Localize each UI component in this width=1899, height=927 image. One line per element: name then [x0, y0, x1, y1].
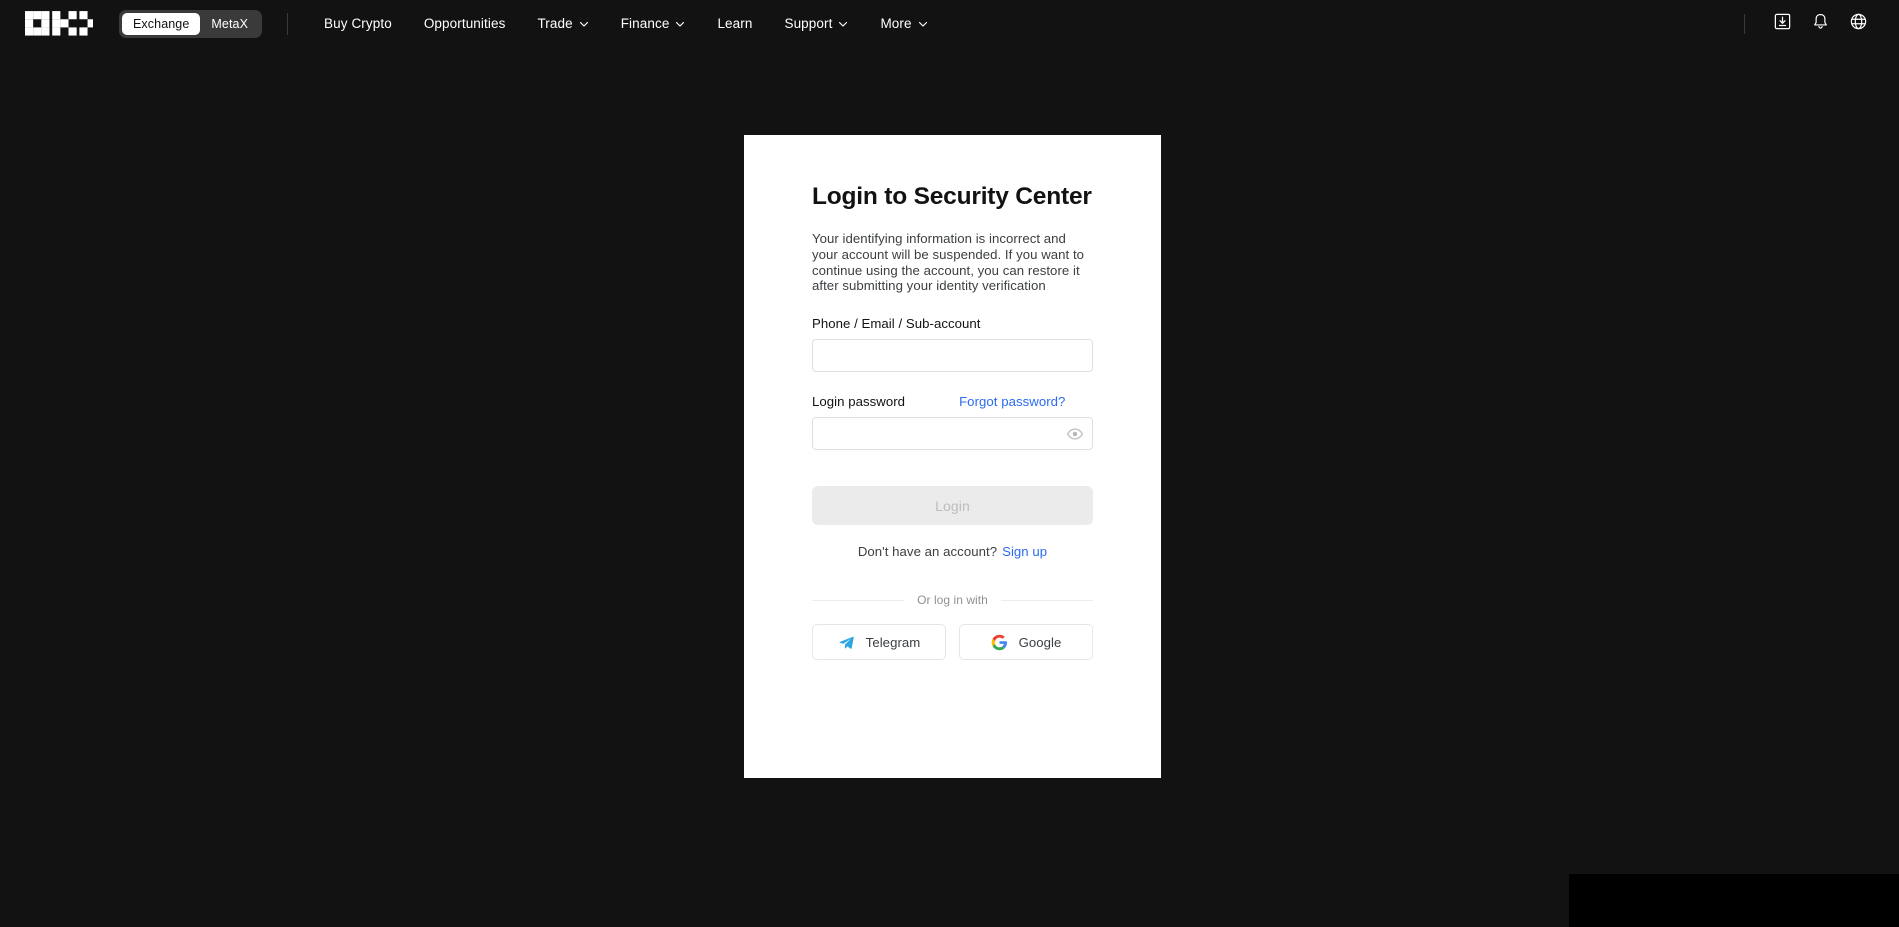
bell-icon	[1811, 12, 1830, 36]
social-divider-label: Or log in with	[917, 593, 988, 608]
nav-label: Finance	[620, 16, 670, 31]
nav-label: Buy Crypto	[324, 16, 392, 31]
segment-metax[interactable]: MetaX	[200, 13, 259, 35]
social-login-row: Telegram Google	[812, 624, 1093, 661]
telegram-login-button[interactable]: Telegram	[812, 624, 946, 661]
chevron-down-icon	[579, 19, 589, 29]
nav-item-buy-crypto[interactable]: Buy Crypto	[308, 0, 408, 47]
account-field-group: Phone / Email / Sub-account	[812, 316, 1093, 373]
page-title: Login to Security Center	[812, 183, 1092, 210]
nav-label: Support	[784, 16, 833, 31]
account-input[interactable]	[812, 339, 1093, 373]
segment-exchange[interactable]: Exchange	[122, 12, 201, 35]
header-actions-divider	[1744, 13, 1745, 34]
account-field-label: Phone / Email / Sub-account	[812, 316, 981, 332]
login-card: Login to Security Center Your identifyin…	[744, 135, 1161, 778]
nav-item-trade[interactable]: Trade	[521, 0, 604, 47]
password-label-row: Login password Forgot password?	[812, 394, 1093, 409]
social-divider: Or log in with	[812, 593, 1094, 608]
download-app-button[interactable]	[1763, 5, 1801, 43]
nav-item-more[interactable]: More	[864, 0, 943, 47]
product-switch[interactable]: Exchange MetaX	[119, 9, 263, 38]
divider-line-left	[812, 599, 905, 601]
main-nav: Buy Crypto Opportunities Trade Finance L…	[308, 0, 944, 47]
language-button[interactable]	[1839, 5, 1877, 43]
login-button[interactable]: Login	[812, 486, 1093, 526]
top-navigation-bar: Exchange MetaX Buy Crypto Opportunities …	[0, 0, 1899, 47]
google-login-button[interactable]: Google	[959, 624, 1093, 661]
nav-item-opportunities[interactable]: Opportunities	[408, 0, 522, 47]
password-input[interactable]	[812, 417, 1093, 451]
nav-label: Trade	[537, 16, 573, 31]
nav-item-finance[interactable]: Finance	[605, 0, 702, 47]
notifications-button[interactable]	[1801, 5, 1839, 43]
google-label: Google	[1018, 634, 1062, 650]
password-field-label: Login password	[812, 394, 906, 410]
password-field-group: Login password Forgot password?	[812, 394, 1093, 451]
signup-row: Don't have an account? Sign up	[812, 544, 1093, 559]
okx-logo[interactable]	[25, 10, 93, 37]
nav-item-support[interactable]: Support	[768, 0, 864, 47]
nav-label: More	[880, 16, 912, 31]
nav-label: Learn	[717, 16, 753, 31]
divider-line-right	[1000, 599, 1094, 601]
download-icon	[1773, 12, 1792, 36]
bottom-right-overlay	[1569, 874, 1899, 927]
account-input-wrapper	[812, 339, 1093, 373]
telegram-label: Telegram	[865, 634, 921, 650]
signup-link[interactable]: Sign up	[1002, 544, 1047, 559]
password-input-wrapper	[812, 417, 1093, 451]
header-actions	[1744, 5, 1877, 43]
login-description: Your identifying information is incorrec…	[812, 231, 1085, 294]
chevron-down-icon	[838, 19, 848, 29]
google-icon	[991, 634, 1008, 651]
signup-prompt: Don't have an account?	[857, 544, 998, 560]
telegram-icon	[838, 634, 855, 651]
eye-icon[interactable]	[1065, 424, 1085, 444]
forgot-password-link[interactable]: Forgot password?	[959, 394, 1065, 409]
nav-item-learn[interactable]: Learn	[701, 0, 768, 47]
header-divider	[287, 12, 289, 35]
chevron-down-icon	[675, 19, 685, 29]
globe-icon	[1849, 12, 1868, 36]
nav-label: Opportunities	[423, 16, 506, 31]
chevron-down-icon	[918, 19, 928, 29]
page-body: Login to Security Center Your identifyin…	[0, 47, 1899, 927]
